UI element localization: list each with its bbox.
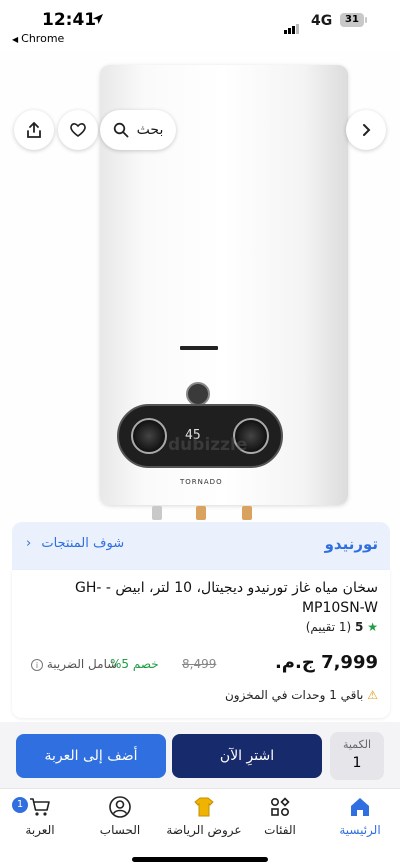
account-icon: [109, 796, 131, 818]
cart-icon: [30, 798, 50, 816]
tab-bar: الرئيسية الفئات عروض الرياضة الحساب 1 ال…: [0, 788, 400, 866]
heater-knob: [186, 382, 210, 406]
back-triangle-icon: ◀: [12, 35, 19, 44]
product-rating[interactable]: ★ 5 (1 تقييم): [306, 620, 378, 634]
cell-signal-icon: [284, 15, 300, 34]
heater-pipe: [152, 506, 162, 520]
see-products-link[interactable]: شوف المنتجات ‹: [26, 536, 124, 551]
old-price: 8,499: [182, 657, 217, 671]
product-screen: 12:41 ◀Chrome 4G 31 45 dubizzle TORNADO: [0, 0, 400, 866]
share-button[interactable]: [14, 110, 54, 150]
network-type: 4G: [311, 13, 333, 29]
jersey-icon: [194, 797, 214, 817]
watermark: dubizzle: [168, 435, 248, 455]
rating-value: 5: [355, 620, 364, 634]
tab-account[interactable]: الحساب: [84, 795, 156, 837]
tab-home[interactable]: الرئيسية: [324, 795, 396, 837]
product-title: سخان مياه غاز تورنيدو ديجيتال، 10 لتر، ا…: [75, 580, 378, 616]
buy-now-button[interactable]: اشترِ الآن: [172, 734, 322, 778]
status-bar: 12:41 ◀ Chrome 4G 31: [0, 0, 400, 50]
product-info-card: سخان مياه غاز تورنيدو ديجيتال، 10 لتر، ا…: [12, 570, 390, 718]
cart-badge: 1: [12, 797, 28, 813]
back-button[interactable]: [346, 110, 386, 150]
heater-slot: [180, 346, 218, 350]
quantity-value: 1: [352, 755, 362, 771]
quantity-selector[interactable]: الكمية 1: [330, 732, 384, 780]
warning-icon: ⚠: [367, 688, 378, 702]
product-image[interactable]: 45 dubizzle TORNADO بحث: [0, 50, 400, 530]
tab-sports-offers[interactable]: عروض الرياضة: [164, 795, 244, 837]
home-indicator[interactable]: [132, 857, 268, 862]
brand-bar: تورنيدو شوف المنتجات ‹: [12, 522, 390, 570]
heater-dial-left: [131, 418, 167, 454]
rating-count: (1 تقييم): [305, 620, 352, 634]
purchase-bar: الكمية 1 اشترِ الآن أضف إلى العربة: [0, 722, 400, 788]
share-icon: [27, 121, 41, 138]
tax-note[interactable]: شامل الضريبة i: [28, 657, 117, 671]
battery-icon: 31: [340, 13, 367, 27]
star-icon: ★: [367, 620, 378, 634]
tab-categories[interactable]: الفئات: [244, 795, 316, 837]
chevron-right-icon: [363, 124, 371, 136]
back-to-app-link[interactable]: ◀ Chrome: [12, 32, 64, 45]
clock: 12:41: [42, 10, 97, 30]
home-icon: [351, 798, 369, 816]
categories-icon: [270, 797, 290, 817]
search-icon: [113, 122, 129, 138]
discount-badge: خصم 5%: [110, 657, 159, 671]
search-button[interactable]: بحث: [100, 110, 176, 150]
tab-cart[interactable]: 1 العربة: [4, 795, 76, 837]
add-to-cart-button[interactable]: أضف إلى العربة: [16, 734, 166, 778]
heater-pipe: [242, 506, 252, 520]
search-label: بحث: [136, 122, 164, 138]
heater-pipe: [196, 506, 206, 520]
heart-icon: [70, 123, 86, 137]
info-icon: i: [31, 659, 43, 671]
stock-note: ⚠ باقي 1 وحدات في المخزون: [224, 688, 378, 702]
quantity-label: الكمية: [342, 738, 372, 751]
brand-link[interactable]: تورنيدو: [325, 535, 378, 553]
chevron-left-icon: ‹: [26, 536, 32, 551]
location-arrow-icon: [93, 14, 103, 24]
favorite-button[interactable]: [58, 110, 98, 150]
heater-brand-mark: TORNADO: [180, 478, 223, 486]
product-price: 7,999 ج.م.: [274, 652, 378, 673]
